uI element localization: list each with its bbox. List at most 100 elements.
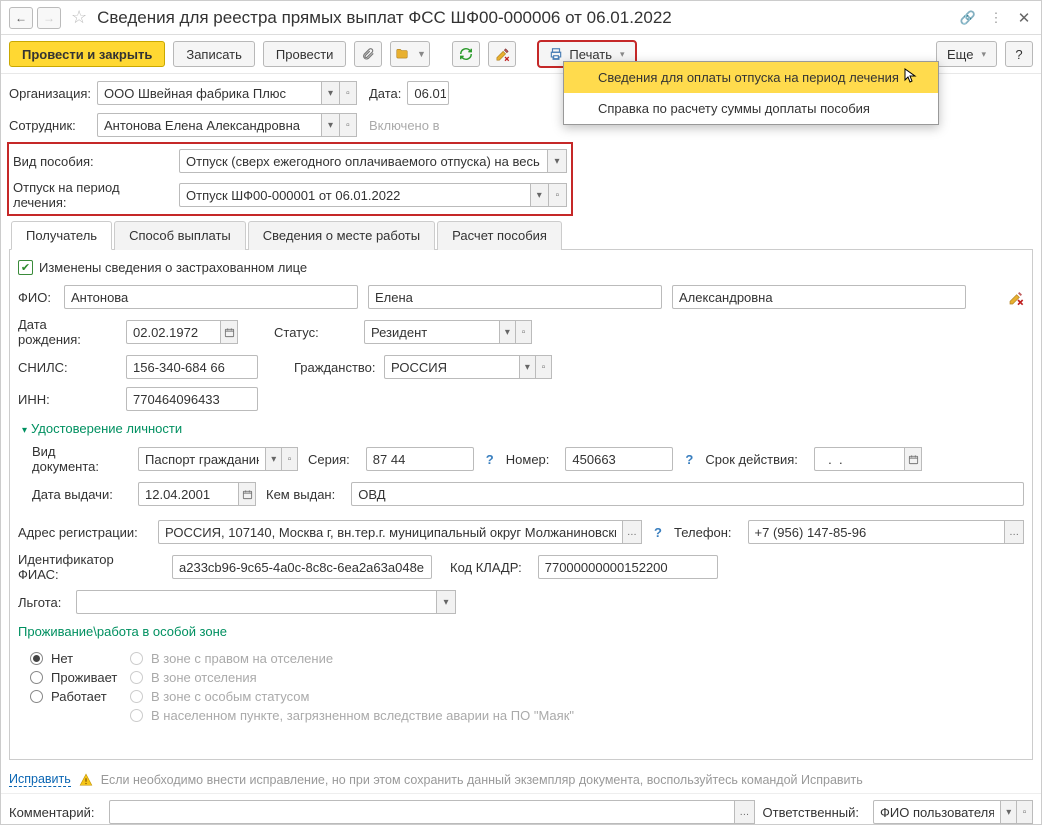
ellipsis-icon[interactable]: … [735, 800, 754, 824]
calendar-icon[interactable] [221, 320, 238, 344]
print-icon [549, 47, 563, 61]
dropdown-icon[interactable]: ▾ [266, 447, 282, 471]
tab-workplace[interactable]: Сведения о месте работы [248, 221, 435, 250]
tab-calc[interactable]: Расчет пособия [437, 221, 562, 250]
kebab-menu-icon[interactable]: ⋮ [987, 10, 1005, 26]
comment-field[interactable] [109, 800, 736, 824]
tab-payment[interactable]: Способ выплаты [114, 221, 246, 250]
issue-date-label: Дата выдачи: [32, 487, 128, 502]
print-menu-item-calc-ref[interactable]: Справка по расчету суммы доплаты пособия [564, 93, 938, 124]
doc-kind-field[interactable] [138, 447, 266, 471]
treatment-leave-field[interactable] [179, 183, 531, 207]
dropdown-icon[interactable]: ▾ [531, 183, 549, 207]
phone-field[interactable] [748, 520, 1006, 544]
zone-lives-radio[interactable]: Проживает [30, 670, 118, 685]
dropdown-icon[interactable]: ▾ [437, 590, 456, 614]
open-icon[interactable]: ▫ [282, 447, 298, 471]
open-icon[interactable]: ▫ [340, 113, 357, 137]
number-field[interactable] [565, 447, 673, 471]
calendar-icon[interactable] [239, 482, 256, 506]
open-icon[interactable]: ▫ [1017, 800, 1033, 824]
organization-field[interactable] [97, 81, 322, 105]
status-label: Статус: [274, 325, 354, 340]
dropdown-icon[interactable]: ▾ [1001, 800, 1017, 824]
nav-forward-button[interactable]: → [37, 7, 61, 29]
more-button-label: Еще [947, 47, 973, 62]
reset-person-icon[interactable] [1008, 290, 1024, 306]
changed-checkbox-label: Изменены сведения о застрахованном лице [39, 260, 307, 275]
open-icon[interactable]: ▫ [516, 320, 532, 344]
help-button[interactable]: ? [1005, 41, 1033, 67]
privilege-field[interactable] [76, 590, 437, 614]
valid-field[interactable] [814, 447, 905, 471]
issue-date-field[interactable] [138, 482, 239, 506]
snils-field[interactable] [126, 355, 258, 379]
address-field[interactable] [158, 520, 623, 544]
close-icon[interactable]: ✕ [1015, 9, 1033, 27]
tab-recipient[interactable]: Получатель [11, 221, 112, 250]
edit-pencil-button[interactable] [488, 41, 516, 67]
zone-relocation-radio: В зоне отселения [130, 670, 574, 685]
ellipsis-icon[interactable]: … [623, 520, 642, 544]
dropdown-icon[interactable]: ▾ [322, 113, 339, 137]
ellipsis-icon[interactable]: … [1005, 520, 1024, 544]
last-name-field[interactable] [64, 285, 358, 309]
dob-field[interactable] [126, 320, 221, 344]
zone-special-radio: В зоне с особым статусом [130, 689, 574, 704]
phone-label: Телефон: [674, 525, 738, 540]
status-field[interactable] [364, 320, 500, 344]
open-icon[interactable]: ▫ [536, 355, 552, 379]
dropdown-icon[interactable]: ▾ [500, 320, 516, 344]
folder-button[interactable]: ▼ [390, 41, 430, 67]
responsible-field[interactable] [873, 800, 1001, 824]
open-icon[interactable]: ▫ [549, 183, 567, 207]
chevron-down-icon: ▾ [981, 49, 986, 60]
link-icon[interactable]: 🔗 [959, 10, 977, 26]
number-label: Номер: [506, 452, 556, 467]
benefit-kind-field[interactable] [179, 149, 548, 173]
inn-label: ИНН: [18, 392, 116, 407]
citizenship-label: Гражданство: [294, 360, 374, 375]
kladr-label: Код КЛАДР: [450, 560, 528, 575]
attach-button[interactable] [354, 41, 382, 67]
chevron-down-icon: ▼ [417, 49, 426, 59]
post-button[interactable]: Провести [263, 41, 347, 67]
organization-label: Организация: [9, 86, 97, 101]
identity-group-toggle[interactable]: ▾Удостоверение личности [22, 421, 1024, 436]
page-title: Сведения для реестра прямых выплат ФСС Ш… [97, 8, 955, 28]
employee-label: Сотрудник: [9, 118, 97, 133]
write-button[interactable]: Записать [173, 41, 255, 67]
series-field[interactable] [366, 447, 474, 471]
citizenship-field[interactable] [384, 355, 520, 379]
changed-checkbox[interactable]: ✔ [18, 260, 33, 275]
issued-by-label: Кем выдан: [266, 487, 341, 502]
fix-link[interactable]: Исправить [9, 772, 71, 787]
employee-field[interactable] [97, 113, 322, 137]
favorite-icon[interactable]: ☆ [71, 7, 87, 28]
dropdown-icon[interactable]: ▾ [520, 355, 536, 379]
refresh-button[interactable] [452, 41, 480, 67]
inn-field[interactable] [126, 387, 258, 411]
open-icon[interactable]: ▫ [340, 81, 357, 105]
fias-field[interactable] [172, 555, 432, 579]
folder-icon [395, 47, 409, 61]
print-menu-item-leave-info[interactable]: Сведения для оплаты отпуска на период ле… [564, 62, 938, 93]
post-and-close-button[interactable]: Провести и закрыть [9, 41, 165, 67]
issued-by-field[interactable] [351, 482, 1024, 506]
zone-mayak-radio: В населенном пункте, загрязненном вследс… [130, 708, 574, 723]
dropdown-icon[interactable]: ▾ [548, 149, 567, 173]
nav-back-button[interactable]: ← [9, 7, 33, 29]
help-icon[interactable]: ? [652, 525, 664, 540]
zone-no-radio[interactable]: Нет [30, 651, 118, 666]
help-icon[interactable]: ? [683, 452, 695, 467]
dropdown-icon[interactable]: ▾ [322, 81, 339, 105]
first-name-field[interactable] [368, 285, 662, 309]
middle-name-field[interactable] [672, 285, 966, 309]
help-icon[interactable]: ? [484, 452, 496, 467]
date-field[interactable] [407, 81, 449, 105]
refresh-icon [459, 47, 473, 61]
more-button[interactable]: Еще ▾ [936, 41, 997, 67]
calendar-icon[interactable] [905, 447, 922, 471]
kladr-field[interactable] [538, 555, 718, 579]
zone-works-radio[interactable]: Работает [30, 689, 118, 704]
